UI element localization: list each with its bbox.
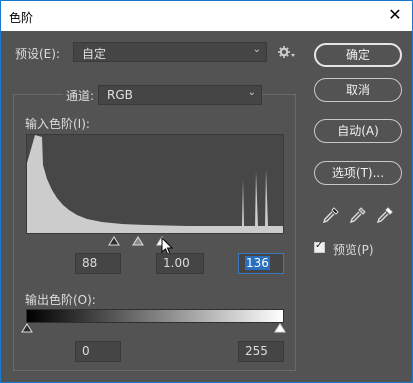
output-white-handle <box>274 323 286 333</box>
preset-select[interactable]: 自定 ⌄ <box>73 42 267 62</box>
gear-icon[interactable] <box>278 45 296 61</box>
chevron-down-icon: ⌄ <box>247 87 256 98</box>
channel-select[interactable]: RGB ⌄ <box>98 85 262 105</box>
shadow-slider-handle <box>108 236 120 246</box>
window-title: 色阶 <box>9 11 34 25</box>
black-point-eyedropper-icon[interactable] <box>321 205 341 225</box>
input-midtone-field[interactable]: 1.00 <box>156 253 204 274</box>
output-low-field[interactable]: 0 <box>75 341 121 362</box>
histogram <box>26 134 284 234</box>
preset-label: 预设(E): <box>15 47 60 61</box>
output-black-handle <box>21 323 33 333</box>
output-gradient-bar <box>26 309 284 323</box>
preset-value: 自定 <box>82 47 107 61</box>
channel-value: RGB <box>107 88 133 102</box>
input-highlight-field[interactable]: 136 <box>238 253 284 274</box>
preview-checkbox[interactable]: ✓ <box>314 240 325 253</box>
cancel-button[interactable]: 取消 <box>314 78 402 102</box>
input-shadow-field[interactable]: 88 <box>75 253 121 274</box>
midtone-slider-handle <box>132 236 144 246</box>
options-button[interactable]: 选项(T)... <box>314 161 402 185</box>
preview-label[interactable]: 预览(P) <box>333 241 374 258</box>
auto-button[interactable]: 自动(A) <box>314 119 402 143</box>
output-high-field[interactable]: 255 <box>238 341 284 362</box>
title-bar: 色阶 ✕ <box>1 1 412 31</box>
output-slider-track <box>21 323 286 333</box>
ok-button[interactable]: 确定 <box>314 43 402 67</box>
histogram-shape <box>27 135 283 233</box>
input-slider-track <box>26 235 286 247</box>
channel-label: 通道: <box>63 87 98 104</box>
white-point-eyedropper-icon[interactable] <box>375 205 395 225</box>
close-button[interactable]: ✕ <box>386 6 404 24</box>
chevron-down-icon: ⌄ <box>252 44 261 55</box>
input-levels-label: 输入色阶(I): <box>25 117 90 131</box>
output-levels-label: 输出色阶(O): <box>25 293 96 307</box>
levels-dialog: 色阶 ✕ 预设(E): 自定 ⌄ 通道: RGB ⌄ 输入色阶(I): 88 1… <box>0 0 413 383</box>
input-highlight-value: 136 <box>245 256 270 270</box>
checkmark-icon: ✓ <box>315 240 324 251</box>
gray-point-eyedropper-icon[interactable] <box>348 205 368 225</box>
